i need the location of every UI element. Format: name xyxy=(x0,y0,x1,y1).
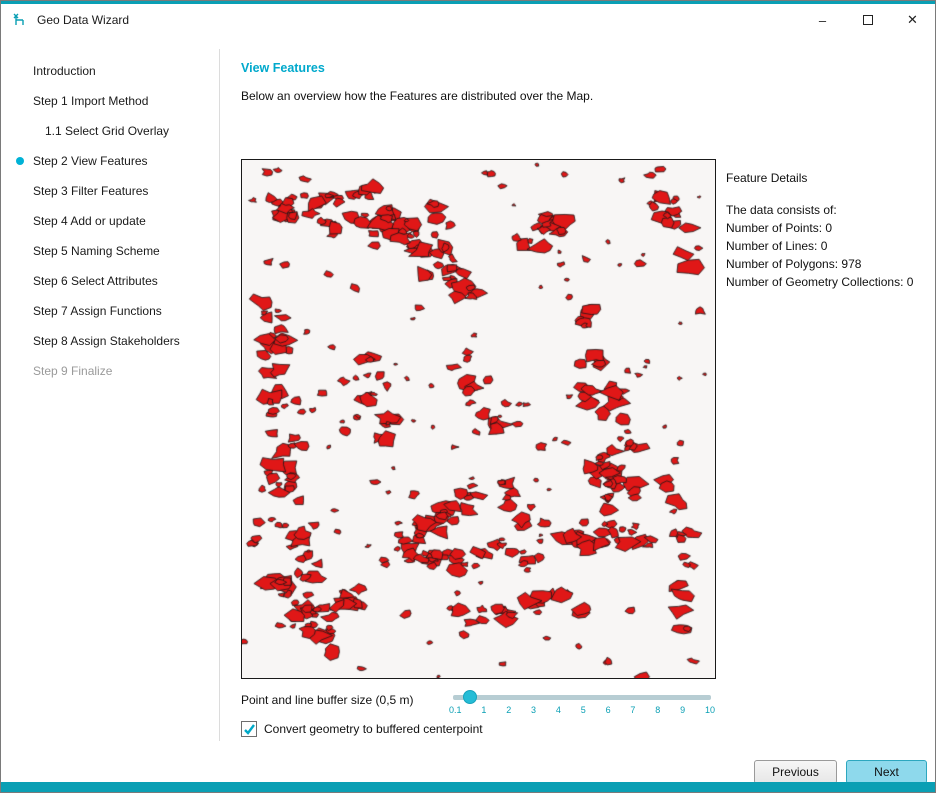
sidebar-item-step5[interactable]: Step 5 Naming Scheme xyxy=(1,236,219,266)
buffer-size-slider[interactable] xyxy=(453,689,711,705)
sidebar-item-label: Step 8 Assign Stakeholders xyxy=(33,334,180,348)
sidebar-item-introduction[interactable]: Introduction xyxy=(1,56,219,86)
bottom-accent-bar xyxy=(1,782,935,792)
sidebar-separator xyxy=(219,49,220,741)
feature-details-points: Number of Points: 0 xyxy=(726,221,931,236)
feature-details-polygons: Number of Polygons: 978 xyxy=(726,257,931,272)
sidebar-item-step3[interactable]: Step 3 Filter Features xyxy=(1,176,219,206)
wizard-steps-sidebar: Introduction Step 1 Import Method 1.1 Se… xyxy=(1,56,219,386)
feature-details-title: Feature Details xyxy=(726,171,931,185)
feature-details-panel: Feature Details The data consists of: Nu… xyxy=(726,171,931,290)
window-title: Geo Data Wizard xyxy=(37,13,129,27)
titlebar: Geo Data Wizard – ✕ xyxy=(1,4,935,36)
checkmark-icon xyxy=(243,723,256,736)
tick-label: 10 xyxy=(705,705,715,715)
sidebar-item-label: Step 6 Select Attributes xyxy=(33,274,158,288)
feature-details-intro: The data consists of: xyxy=(726,203,931,218)
sidebar-item-step1[interactable]: Step 1 Import Method xyxy=(1,86,219,116)
tick-label: 0.1 xyxy=(449,705,462,715)
tick-label: 2 xyxy=(506,705,511,715)
geo-data-wizard-window: Geo Data Wizard – ✕ Introduction Step 1 … xyxy=(0,0,936,793)
sidebar-item-step2-active[interactable]: Step 2 View Features xyxy=(1,146,219,176)
slider-handle[interactable] xyxy=(463,690,477,704)
sidebar-item-step4[interactable]: Step 4 Add or update xyxy=(1,206,219,236)
tick-label: 4 xyxy=(556,705,561,715)
sidebar-item-step1-1[interactable]: 1.1 Select Grid Overlay xyxy=(1,116,219,146)
feature-map-canvas xyxy=(242,160,715,678)
sidebar-item-label: Step 9 Finalize xyxy=(33,364,112,378)
sidebar-item-step9-disabled: Step 9 Finalize xyxy=(1,356,219,386)
buffer-size-label: Point and line buffer size (0,5 m) xyxy=(241,693,414,707)
checkbox-label: Convert geometry to buffered centerpoint xyxy=(264,722,483,736)
sidebar-item-step6[interactable]: Step 6 Select Attributes xyxy=(1,266,219,296)
close-button[interactable]: ✕ xyxy=(890,4,935,36)
minimize-button[interactable]: – xyxy=(800,4,845,36)
previous-button[interactable]: Previous xyxy=(754,760,837,784)
next-button[interactable]: Next xyxy=(846,760,927,784)
maximize-icon xyxy=(863,15,873,25)
tick-label: 8 xyxy=(655,705,660,715)
page-title: View Features xyxy=(241,61,325,75)
active-step-dot-icon xyxy=(16,157,24,165)
sidebar-item-label: Step 4 Add or update xyxy=(33,214,146,228)
sidebar-item-label: Step 5 Naming Scheme xyxy=(33,244,160,258)
tick-label: 5 xyxy=(581,705,586,715)
sidebar-item-step7[interactable]: Step 7 Assign Functions xyxy=(1,296,219,326)
sidebar-item-label: Step 2 View Features xyxy=(33,154,148,168)
tick-label: 3 xyxy=(531,705,536,715)
page-description: Below an overview how the Features are d… xyxy=(241,89,593,103)
sidebar-item-label: Step 7 Assign Functions xyxy=(33,304,162,318)
feature-details-lines: Number of Lines: 0 xyxy=(726,239,931,254)
tick-label: 6 xyxy=(606,705,611,715)
sidebar-item-label: Step 3 Filter Features xyxy=(33,184,148,198)
app-icon xyxy=(11,11,29,29)
slider-tick-labels: 0.1 1 2 3 4 5 6 7 8 9 10 xyxy=(449,705,715,715)
feature-details-collections: Number of Geometry Collections: 0 xyxy=(726,275,931,290)
window-controls: – ✕ xyxy=(800,4,935,36)
tick-label: 7 xyxy=(630,705,635,715)
tick-label: 1 xyxy=(481,705,486,715)
checkbox-box[interactable] xyxy=(241,721,257,737)
sidebar-item-label: Step 1 Import Method xyxy=(33,94,148,108)
sidebar-item-label: 1.1 Select Grid Overlay xyxy=(45,124,169,138)
sidebar-item-label: Introduction xyxy=(33,64,96,78)
slider-track[interactable] xyxy=(453,695,711,700)
maximize-button[interactable] xyxy=(845,4,890,36)
tick-label: 9 xyxy=(680,705,685,715)
sidebar-item-step8[interactable]: Step 8 Assign Stakeholders xyxy=(1,326,219,356)
convert-geometry-checkbox[interactable]: Convert geometry to buffered centerpoint xyxy=(241,721,483,737)
feature-map-preview xyxy=(241,159,716,679)
